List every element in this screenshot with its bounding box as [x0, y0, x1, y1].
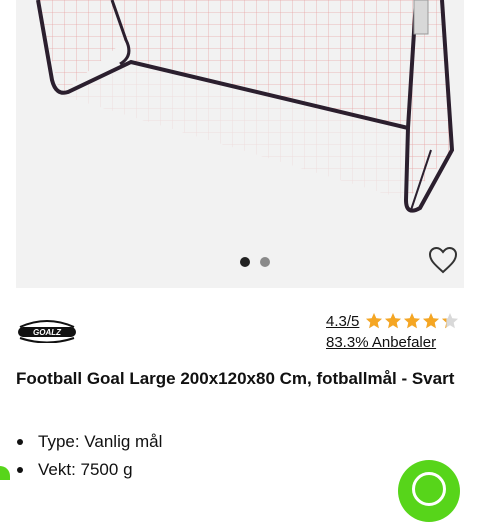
star-icon	[423, 313, 440, 329]
rating-score[interactable]: 4.3/5	[326, 313, 359, 330]
feature-list: Type: Vanlig mål Vekt: 7500 g	[16, 428, 162, 484]
carousel-dot-1[interactable]	[240, 257, 250, 267]
favorite-button[interactable]	[426, 244, 460, 276]
carousel-dot-2[interactable]	[260, 257, 270, 267]
chat-button[interactable]	[398, 460, 460, 522]
star-icon	[404, 313, 421, 329]
product-image-football-goal	[36, 0, 456, 213]
star-icon	[442, 313, 459, 329]
product-title: Football Goal Large 200x120x80 Cm, fotba…	[16, 369, 455, 388]
star-icon	[366, 313, 383, 329]
recommend-percentage[interactable]: 83.3% Anbefaler	[326, 334, 436, 351]
brand-logo[interactable]: GOALZ	[16, 319, 78, 343]
heart-outline-icon	[428, 246, 458, 274]
chat-icon	[412, 472, 446, 506]
rating-summary[interactable]: 4.3/5	[326, 312, 459, 330]
rating-stars	[365, 312, 459, 330]
decorative-leaf	[0, 466, 10, 480]
product-image-gallery[interactable]	[16, 0, 464, 288]
svg-text:GOALZ: GOALZ	[33, 328, 62, 337]
feature-item: Type: Vanlig mål	[16, 428, 162, 456]
carousel-dots	[240, 257, 270, 267]
star-icon	[385, 313, 402, 329]
